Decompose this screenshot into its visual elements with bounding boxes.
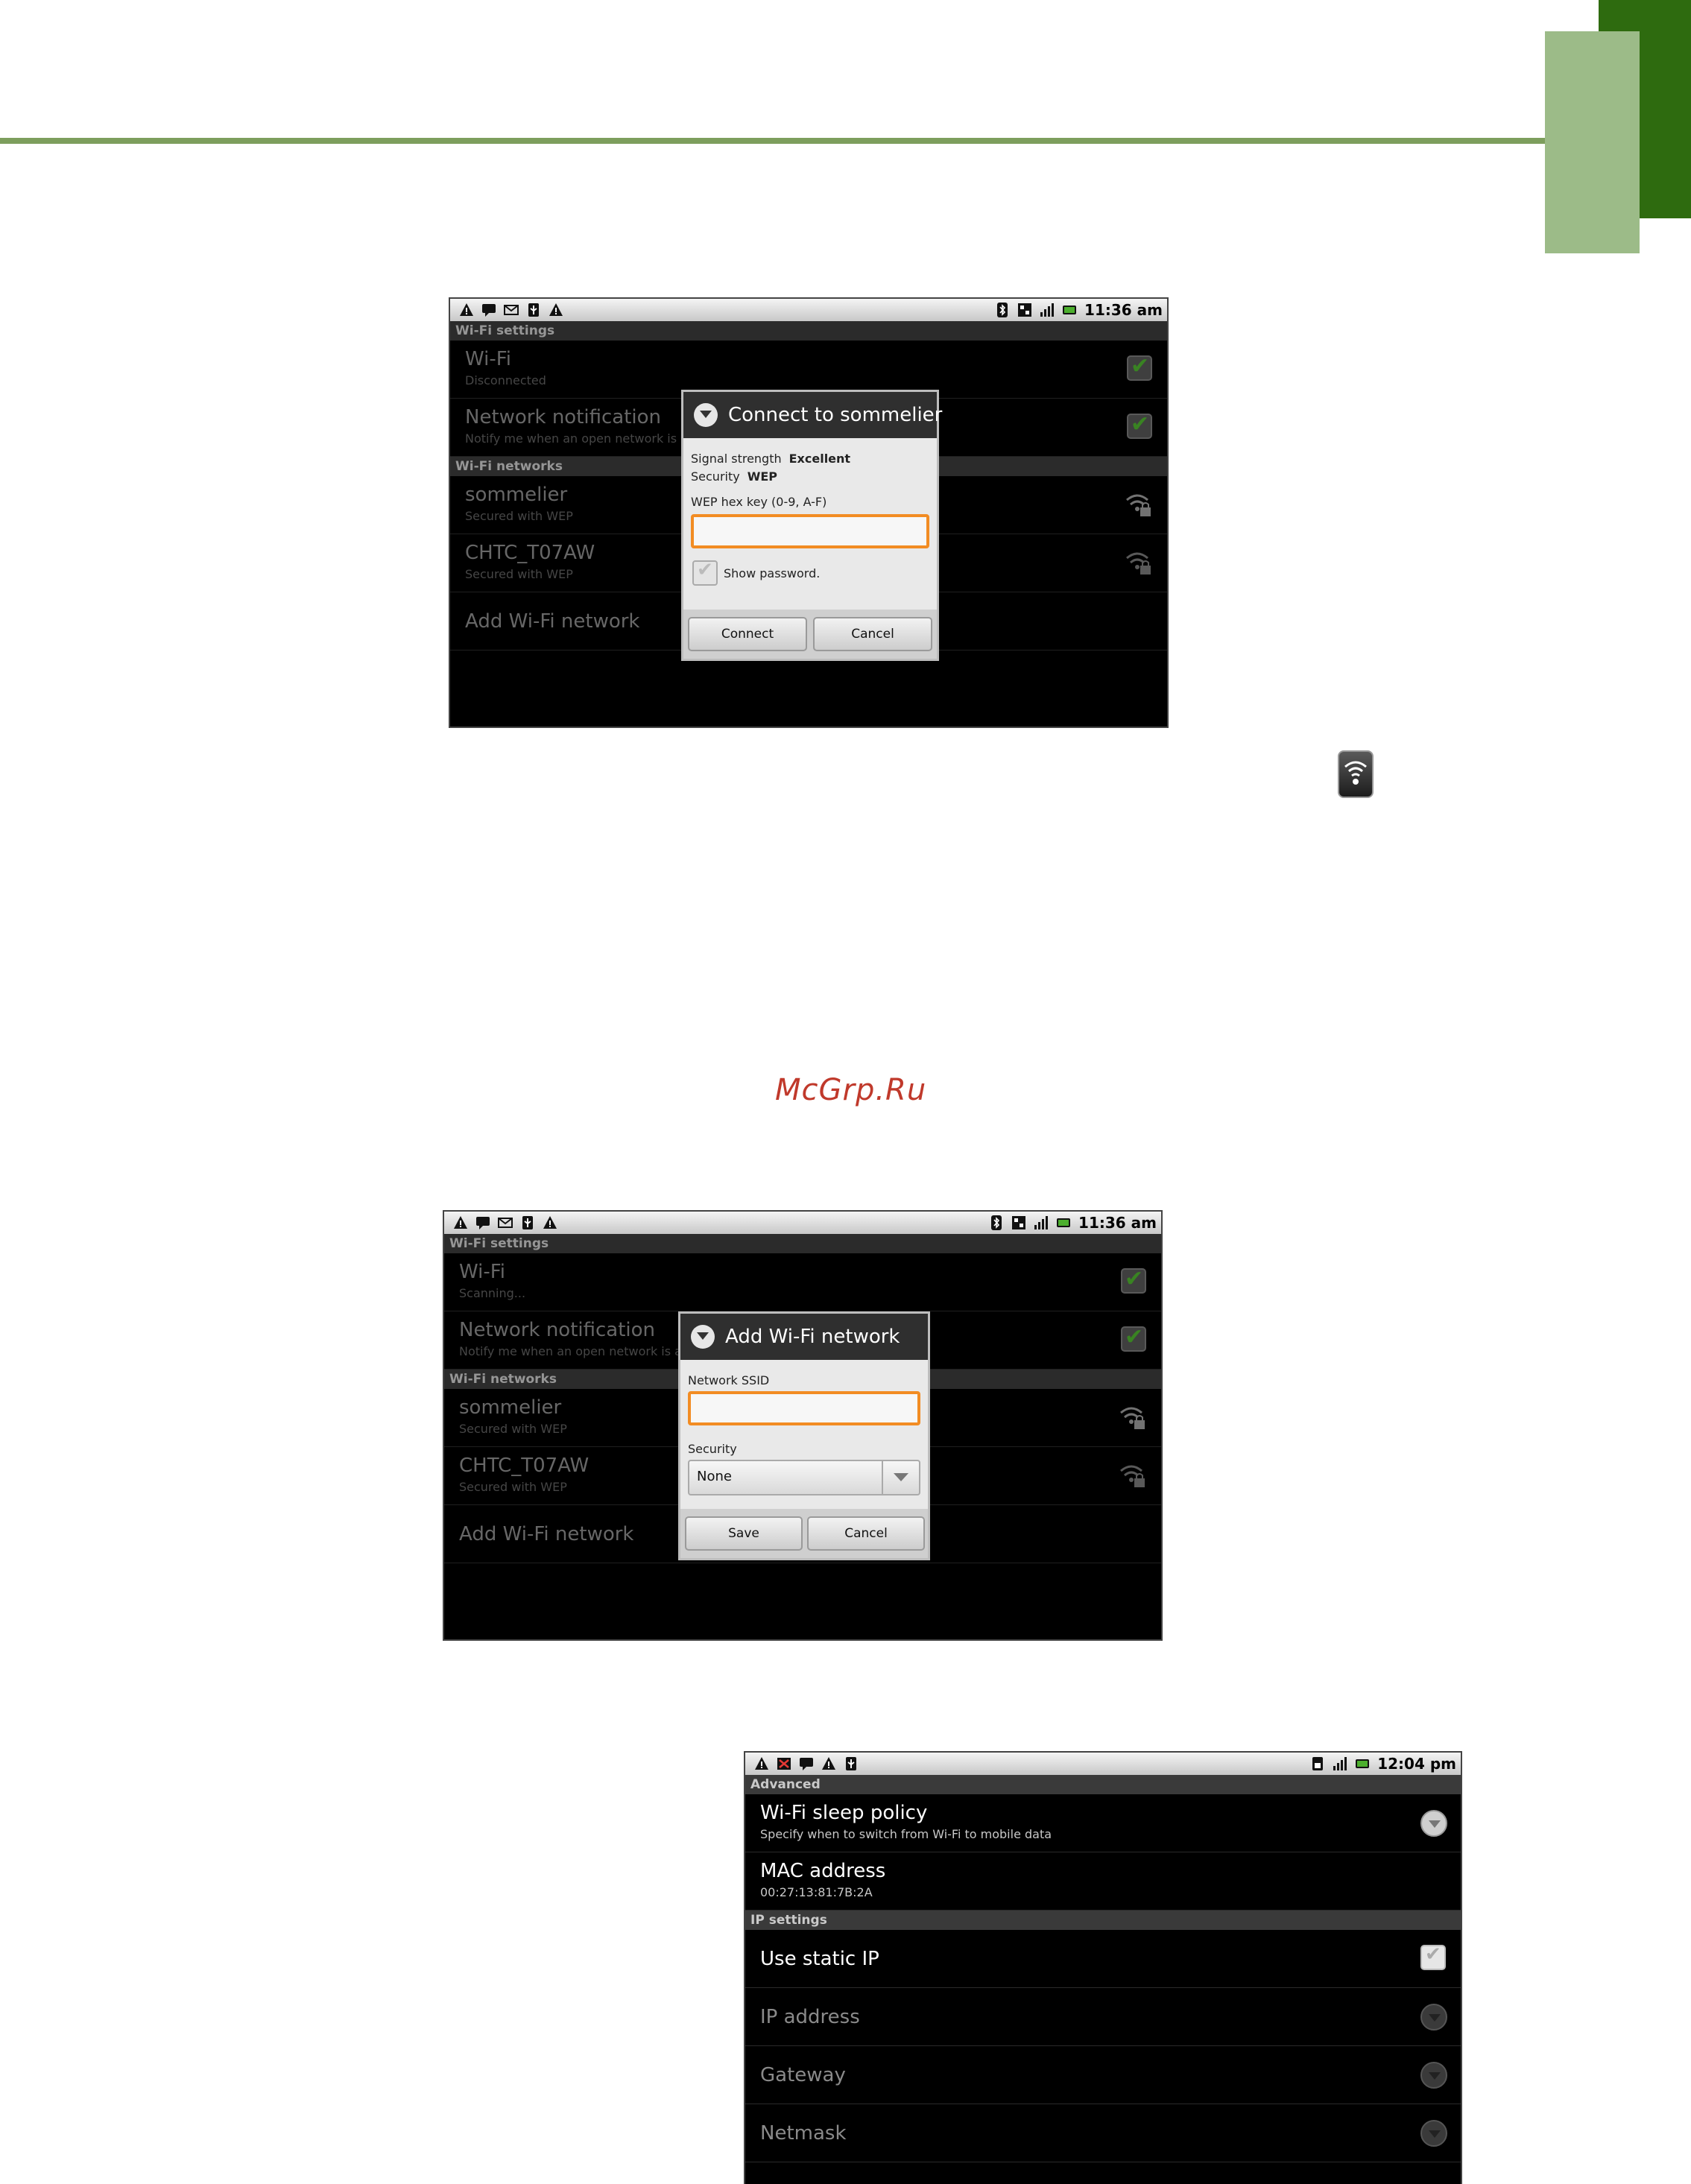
dialog-title: Connect to sommelier	[728, 404, 943, 426]
static-ip-checkbox[interactable]	[1420, 1943, 1446, 1970]
chapter-tab-light	[1545, 31, 1640, 253]
data-sync-icon	[1012, 1216, 1026, 1229]
show-password-checkbox[interactable]	[692, 559, 718, 586]
wifi-sleep-policy-row[interactable]: Wi-Fi sleep policy Specify when to switc…	[745, 1794, 1461, 1852]
usb-icon	[846, 1757, 856, 1770]
add-network-screenshot: 11:36 am Wi-Fi settings Wi-Fi Scanning..…	[443, 1210, 1163, 1641]
use-static-ip-row[interactable]: Use static IP	[745, 1930, 1461, 1988]
mail-icon	[504, 305, 519, 315]
warning-icon	[460, 303, 473, 316]
bluetooth-icon	[997, 303, 1008, 317]
dropdown-icon[interactable]	[1420, 2004, 1447, 2031]
wifi-dropdown-icon	[691, 1325, 715, 1349]
connect-button[interactable]: Connect	[688, 617, 807, 651]
mac-title: MAC address	[760, 1860, 886, 1882]
security-label: Security	[691, 469, 740, 484]
section-header-ip-settings: IP settings	[745, 1911, 1461, 1930]
dropdown-icon[interactable]	[1420, 1810, 1447, 1837]
security-select-value: None	[697, 1469, 732, 1484]
mac-value: 00:27:13:81:7B:2A	[760, 1885, 873, 1899]
message-icon	[482, 304, 496, 317]
sleep-policy-title: Wi-Fi sleep policy	[760, 1802, 928, 1824]
chevron-down-icon	[882, 1461, 919, 1494]
signal-strength-row: Signal strength Excellent	[691, 452, 850, 466]
ip-address-title: IP address	[760, 2006, 860, 2028]
mail-icon	[498, 1218, 513, 1228]
signal-label: Signal strength	[691, 452, 782, 466]
status-time: 11:36 am	[1078, 1214, 1157, 1232]
status-time: 12:04 pm	[1377, 1755, 1456, 1773]
data-sync-icon	[1018, 303, 1032, 317]
watermark: McGrp.Ru	[775, 1073, 927, 1107]
netmask-title: Netmask	[760, 2122, 847, 2145]
ssid-label: Network SSID	[688, 1373, 770, 1387]
usb-icon	[522, 1216, 533, 1229]
status-bar: 11:36 am	[450, 299, 1167, 321]
warning-icon	[755, 1757, 768, 1770]
gateway-row[interactable]: Gateway	[745, 2046, 1461, 2104]
netmask-row[interactable]: Netmask	[745, 2104, 1461, 2162]
status-time: 11:36 am	[1084, 301, 1163, 319]
message-icon	[800, 1758, 813, 1770]
wep-key-input[interactable]	[691, 514, 929, 548]
cancel-button[interactable]: Cancel	[813, 617, 932, 651]
dialog-header: Add Wi-Fi network	[680, 1314, 928, 1360]
ssid-input[interactable]	[688, 1391, 920, 1425]
gateway-title: Gateway	[760, 2064, 846, 2086]
status-bar: 12:04 pm	[745, 1753, 1461, 1775]
static-ip-title: Use static IP	[760, 1948, 879, 1970]
wifi-icon	[1338, 750, 1374, 798]
signal-icon	[1040, 303, 1055, 317]
security-select[interactable]: None	[688, 1460, 920, 1495]
bluetooth-icon	[991, 1215, 1002, 1230]
dialog-header: Connect to sommelier	[683, 392, 942, 438]
section-header-advanced: Advanced	[745, 1775, 1461, 1794]
signal-icon	[1333, 1757, 1347, 1770]
security-row: Security WEP	[691, 469, 777, 484]
warning-icon	[543, 1216, 557, 1229]
wifi-dropdown-icon	[694, 403, 718, 427]
ip-address-row[interactable]: IP address	[745, 1988, 1461, 2046]
battery-icon	[1356, 1759, 1370, 1768]
battery-icon	[1057, 1218, 1071, 1227]
signal-value: Excellent	[788, 452, 851, 466]
show-password-label: Show password.	[724, 566, 821, 580]
warning-icon	[549, 303, 563, 316]
message-icon	[476, 1217, 490, 1229]
sim-icon	[1312, 1757, 1324, 1770]
mac-address-row: MAC address 00:27:13:81:7B:2A	[745, 1852, 1461, 1911]
dialog-title: Add Wi-Fi network	[725, 1326, 900, 1348]
header-rule	[0, 138, 1546, 144]
wifi-connect-screenshot: 11:36 am Wi-Fi settings Wi-Fi Disconnect…	[449, 297, 1169, 728]
wep-key-label: WEP hex key (0-9, A-F)	[691, 495, 827, 509]
warning-icon	[454, 1216, 467, 1229]
signal-icon	[1034, 1216, 1049, 1229]
dropdown-icon[interactable]	[1420, 2062, 1447, 2089]
dialog-buttons: Save Cancel	[680, 1509, 928, 1558]
save-button[interactable]: Save	[685, 1516, 803, 1551]
advanced-settings-screenshot: 12:04 pm Advanced Wi-Fi sleep policy Spe…	[744, 1751, 1462, 2184]
usb-icon	[528, 303, 539, 317]
cancel-button[interactable]: Cancel	[807, 1516, 925, 1551]
security-value: WEP	[747, 469, 778, 484]
warning-icon	[822, 1757, 835, 1770]
status-bar: 11:36 am	[444, 1212, 1161, 1234]
security-label: Security	[688, 1442, 737, 1456]
connect-dialog: Connect to sommelier Signal strength Exce…	[681, 390, 942, 661]
add-network-dialog: Add Wi-Fi network Network SSID Security …	[678, 1311, 930, 1560]
battery-icon	[1063, 306, 1077, 314]
sleep-policy-summary: Specify when to switch from Wi-Fi to mob…	[760, 1827, 1052, 1841]
dialog-buttons: Connect Cancel	[683, 610, 937, 659]
dropdown-icon[interactable]	[1420, 2120, 1447, 2147]
missed-call-icon	[777, 1758, 791, 1770]
